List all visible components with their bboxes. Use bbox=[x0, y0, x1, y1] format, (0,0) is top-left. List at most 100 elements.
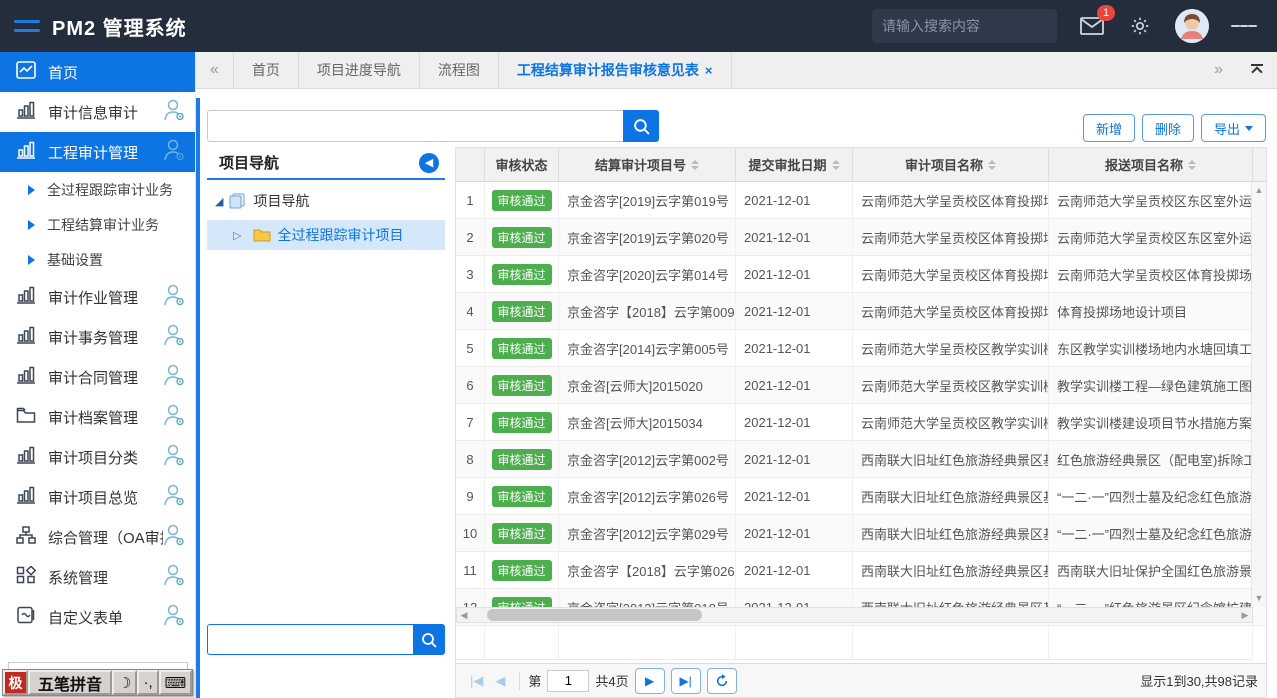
tree-collapse-triangle-icon[interactable]: ▷ bbox=[233, 229, 241, 242]
sidebar-item-7[interactable]: 审计项目分类 bbox=[0, 437, 195, 477]
ime-logo-icon[interactable]: 极 bbox=[3, 670, 28, 695]
delete-button[interactable]: 删除 bbox=[1142, 114, 1194, 142]
settings-button[interactable] bbox=[1127, 13, 1153, 39]
table-row-9[interactable]: 9审核通过京金咨字[2012]云字第026号2021-12-01西南联大旧址红色… bbox=[456, 478, 1266, 515]
scroll-down-icon[interactable]: ▼ bbox=[1255, 590, 1264, 606]
column-header-2[interactable]: 结算审计项目号 bbox=[559, 148, 736, 181]
user-gear-icon[interactable] bbox=[163, 363, 185, 391]
menu-list-icon[interactable] bbox=[1231, 13, 1257, 39]
tab-3[interactable]: 工程结算审计报告审核意见表× bbox=[499, 52, 732, 88]
sort-carets-icon[interactable] bbox=[988, 160, 996, 170]
add-button[interactable]: 新增 bbox=[1083, 114, 1135, 142]
tab-0[interactable]: 首页 bbox=[233, 52, 299, 88]
table-row-4[interactable]: 4审核通过京金咨字【2018】云字第009号2021-12-01云南师范大学呈贡… bbox=[456, 293, 1266, 330]
table-row-11[interactable]: 11审核通过京金咨字【2018】云字第026号2021-12-01西南联大旧址红… bbox=[456, 552, 1266, 589]
user-gear-icon[interactable] bbox=[163, 323, 185, 351]
sort-carets-icon[interactable] bbox=[832, 160, 840, 170]
user-avatar[interactable] bbox=[1175, 9, 1209, 43]
sidebar-item-0[interactable]: 首页 bbox=[0, 52, 195, 92]
user-gear-icon[interactable] bbox=[163, 483, 185, 511]
tabs-scroll-left-icon[interactable]: « bbox=[196, 61, 233, 79]
tree-expand-icon[interactable]: ◢ bbox=[215, 195, 223, 208]
sidebar-item-10[interactable]: 系统管理 bbox=[0, 557, 195, 597]
column-header-3[interactable]: 提交审批日期 bbox=[736, 148, 853, 181]
user-gear-icon[interactable] bbox=[163, 603, 185, 631]
export-button[interactable]: 导出 bbox=[1201, 114, 1266, 142]
tree-root-node[interactable]: ◢ 项目导航 bbox=[207, 186, 445, 216]
sidebar-item-2[interactable]: 工程审计管理 bbox=[0, 132, 195, 172]
sort-carets-icon[interactable] bbox=[1188, 160, 1196, 170]
user-gear-icon[interactable] bbox=[163, 563, 185, 591]
messages-button[interactable]: 1 bbox=[1079, 13, 1105, 39]
global-search-input[interactable] bbox=[882, 18, 1063, 34]
tabs-scroll-right-icon[interactable]: » bbox=[1200, 61, 1237, 79]
table-row-8[interactable]: 8审核通过京金咨字[2012]云字第002号2021-12-01西南联大旧址红色… bbox=[456, 441, 1266, 478]
tree-search-button[interactable] bbox=[413, 624, 445, 655]
ime-mode-button[interactable]: 五笔拼音 bbox=[28, 670, 112, 695]
sidebar-subitem-2-0[interactable]: 全过程跟踪审计业务 bbox=[0, 172, 195, 207]
tab-2[interactable]: 流程图 bbox=[420, 52, 499, 88]
first-page-button[interactable]: |◀ bbox=[470, 673, 483, 689]
sidebar-subitem-label: 全过程跟踪审计业务 bbox=[47, 180, 173, 200]
sidebar-item-3[interactable]: 审计作业管理 bbox=[0, 277, 195, 317]
user-gear-icon[interactable] bbox=[163, 523, 185, 551]
user-gear-icon[interactable] bbox=[163, 443, 185, 471]
user-gear-icon[interactable] bbox=[163, 138, 185, 166]
sidebar-subitem-2-2[interactable]: 基础设置 bbox=[0, 242, 195, 277]
project-no-cell: 京金咨字[2012]云字第026号 bbox=[559, 478, 736, 514]
last-page-button[interactable]: ▶| bbox=[671, 668, 701, 694]
sidebar-item-label: 系统管理 bbox=[48, 567, 163, 588]
sidebar-subitem-2-1[interactable]: 工程结算审计业务 bbox=[0, 207, 195, 242]
user-gear-icon[interactable] bbox=[163, 98, 185, 126]
submit-date-cell: 2021-12-01 bbox=[736, 219, 853, 255]
close-icon[interactable]: × bbox=[705, 63, 713, 78]
global-search[interactable] bbox=[872, 9, 1057, 43]
prev-page-button[interactable]: ◀ bbox=[495, 673, 505, 689]
sidebar-item-5[interactable]: 审计合同管理 bbox=[0, 357, 195, 397]
sort-carets-icon[interactable] bbox=[691, 160, 699, 170]
ime-fullhalf-moon-icon[interactable]: ☽ bbox=[112, 670, 137, 695]
horizontal-scrollbar[interactable]: ◀ ▶ bbox=[456, 607, 1253, 623]
refresh-button[interactable] bbox=[707, 668, 737, 694]
sidebar-item-6[interactable]: 审计档案管理 bbox=[0, 397, 195, 437]
table-row-5[interactable]: 5审核通过京金咨字[2014]云字第005号2021-12-01云南师范大学呈贡… bbox=[456, 330, 1266, 367]
table-row-6[interactable]: 6审核通过京金咨[云师大]20150202021-12-01云南师范大学呈贡校区… bbox=[456, 367, 1266, 404]
table-search-button[interactable] bbox=[623, 110, 659, 142]
table-search-input[interactable] bbox=[207, 110, 623, 142]
user-gear-icon[interactable] bbox=[163, 403, 185, 431]
page-number-input[interactable] bbox=[547, 670, 589, 692]
sidebar-item-1[interactable]: 审计信息审计 bbox=[0, 92, 195, 132]
sidebar-item-8[interactable]: 审计项目总览 bbox=[0, 477, 195, 517]
scroll-right-icon[interactable]: ▶ bbox=[1238, 610, 1252, 621]
table-row-7[interactable]: 7审核通过京金咨[云师大]20150342021-12-01云南师范大学呈贡校区… bbox=[456, 404, 1266, 441]
toolbar: 新增 删除 导出 bbox=[1083, 114, 1266, 142]
tree-child-node[interactable]: ▷ 全过程跟踪审计项目 bbox=[207, 220, 445, 250]
vertical-scrollbar[interactable]: ▲ ▼ bbox=[1251, 182, 1266, 606]
table-row-3[interactable]: 3审核通过京金咨字[2020]云字第014号2021-12-01云南师范大学呈贡… bbox=[456, 256, 1266, 293]
sidebar-subitem-label: 基础设置 bbox=[47, 250, 103, 270]
table-row-10[interactable]: 10审核通过京金咨字[2012]云字第029号2021-12-01西南联大旧址红… bbox=[456, 515, 1266, 552]
sidebar-toggle-icon[interactable] bbox=[14, 17, 40, 35]
tree-collapse-button[interactable]: ◀ bbox=[419, 153, 439, 173]
sidebar-item-9[interactable]: 综合管理（OA审批） bbox=[0, 517, 195, 557]
column-header-5[interactable]: 报送项目名称 bbox=[1049, 148, 1253, 181]
collapse-tabs-icon[interactable] bbox=[1251, 64, 1263, 76]
column-header-4[interactable]: 审计项目名称 bbox=[853, 148, 1049, 181]
scroll-up-icon[interactable]: ▲ bbox=[1255, 182, 1264, 198]
panel-splitter[interactable] bbox=[196, 98, 200, 698]
table-body: 1审核通过京金咨字[2019]云字第019号2021-12-01云南师范大学呈贡… bbox=[456, 182, 1266, 626]
table-row-2[interactable]: 2审核通过京金咨字[2019]云字第020号2021-12-01云南师范大学呈贡… bbox=[456, 219, 1266, 256]
user-gear-icon[interactable] bbox=[163, 283, 185, 311]
tree-search-input[interactable] bbox=[207, 624, 413, 655]
ime-punctuation-icon[interactable]: ·, bbox=[137, 670, 158, 695]
tab-1[interactable]: 项目进度导航 bbox=[299, 52, 420, 88]
next-page-button[interactable]: ▶ bbox=[635, 668, 665, 694]
project-no-cell: 京金咨字[2014]云字第005号 bbox=[559, 330, 736, 366]
table-row-1[interactable]: 1审核通过京金咨字[2019]云字第019号2021-12-01云南师范大学呈贡… bbox=[456, 182, 1266, 219]
sidebar-item-4[interactable]: 审计事务管理 bbox=[0, 317, 195, 357]
ime-keyboard-icon[interactable]: ⌨ bbox=[159, 670, 193, 695]
column-header-label: 提交审批日期 bbox=[748, 155, 826, 174]
scroll-left-icon[interactable]: ◀ bbox=[457, 610, 471, 621]
sidebar-item-11[interactable]: 自定义表单 bbox=[0, 597, 195, 637]
hscroll-thumb[interactable] bbox=[487, 609, 702, 621]
